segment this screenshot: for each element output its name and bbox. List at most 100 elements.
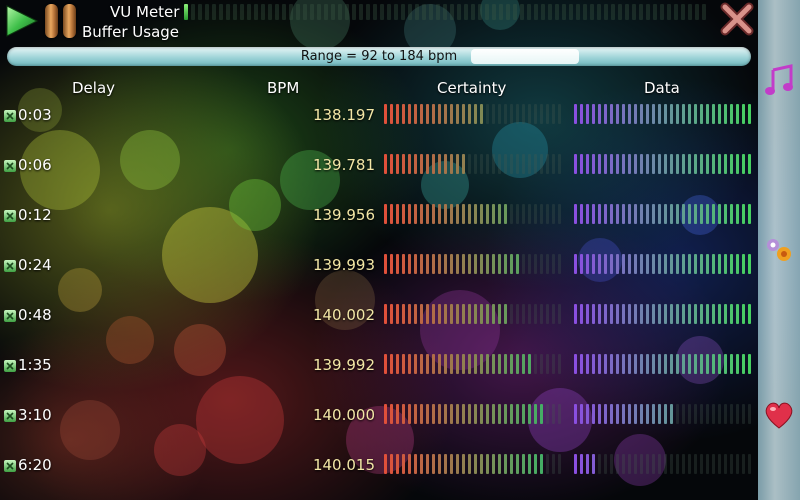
row-checkbox[interactable] [4,410,16,422]
delay-value: 6:20 [18,456,52,474]
certainty-segment [438,354,441,374]
data-segment [640,454,643,474]
data-meter [574,404,752,424]
vu-segment [506,4,510,20]
vu-segment [499,4,503,20]
certainty-segment [486,354,489,374]
data-segment [682,404,685,424]
data-segment [658,404,661,424]
certainty-segment [462,304,465,324]
certainty-segment [540,354,543,374]
certainty-segment [384,104,387,124]
data-meter [574,454,752,474]
close-button[interactable] [720,2,754,36]
table-row: 0:12 139.956 [0,204,758,228]
vu-segment [471,4,475,20]
data-segment [736,104,739,124]
vu-segment [401,4,405,20]
heart-button[interactable] [762,398,796,432]
vu-segment [541,4,545,20]
data-segment [730,354,733,374]
data-segment [586,254,589,274]
certainty-segment [432,154,435,174]
certainty-segment [546,354,549,374]
pause-button[interactable] [42,4,78,40]
certainty-segment [522,354,525,374]
row-checkbox[interactable] [4,310,16,322]
delay-value: 0:48 [18,306,52,324]
x-mark-icon [6,162,14,170]
range-slider[interactable]: Range = 92 to 184 bpm [7,47,751,66]
certainty-segment [462,404,465,424]
certainty-segment [468,254,471,274]
data-segment [646,454,649,474]
data-segment [736,454,739,474]
data-segment [616,354,619,374]
certainty-segment [414,104,417,124]
data-segment [706,104,709,124]
certainty-segment [528,154,531,174]
row-checkbox[interactable] [4,260,16,272]
vu-segment [394,4,398,20]
certainty-segment [510,154,513,174]
data-segment [652,254,655,274]
data-segment [742,304,745,324]
data-segment [640,154,643,174]
data-segment [742,154,745,174]
data-segment [580,304,583,324]
data-segment [628,304,631,324]
data-segment [718,354,721,374]
data-segment [718,204,721,224]
data-segment [682,304,685,324]
data-segment [730,204,733,224]
data-segment [598,104,601,124]
certainty-segment [498,104,501,124]
certainty-segment [426,254,429,274]
data-segment [688,254,691,274]
certainty-segment [558,404,561,424]
certainty-segment [438,304,441,324]
certainty-segment [468,354,471,374]
row-checkbox[interactable] [4,110,16,122]
certainty-segment [522,404,525,424]
data-segment [736,404,739,424]
data-segment [592,404,595,424]
certainty-segment [426,454,429,474]
certainty-segment [450,304,453,324]
music-button[interactable] [762,64,796,98]
vu-segment [583,4,587,20]
row-checkbox[interactable] [4,460,16,472]
vu-segment [548,4,552,20]
play-button[interactable] [4,3,40,39]
certainty-segment [456,404,459,424]
data-segment [652,304,655,324]
data-segment [574,454,577,474]
certainty-segment [480,454,483,474]
certainty-segment [420,404,423,424]
certainty-segment [516,254,519,274]
data-segment [664,204,667,224]
data-segment [748,354,751,374]
data-segment [670,154,673,174]
data-segment [598,404,601,424]
vu-segment [576,4,580,20]
certainty-segment [516,454,519,474]
data-segment [664,304,667,324]
certainty-segment [498,304,501,324]
vu-meter-label: VU Meter [110,3,180,21]
certainty-segment [402,154,405,174]
data-segment [664,154,667,174]
certainty-segment [402,104,405,124]
data-segment [640,204,643,224]
row-checkbox[interactable] [4,160,16,172]
data-segment [604,454,607,474]
data-segment [616,154,619,174]
certainty-segment [498,204,501,224]
data-segment [592,204,595,224]
flowers-button[interactable] [762,234,796,268]
certainty-segment [486,404,489,424]
row-checkbox[interactable] [4,210,16,222]
certainty-segment [528,304,531,324]
data-segment [712,454,715,474]
row-checkbox[interactable] [4,360,16,372]
